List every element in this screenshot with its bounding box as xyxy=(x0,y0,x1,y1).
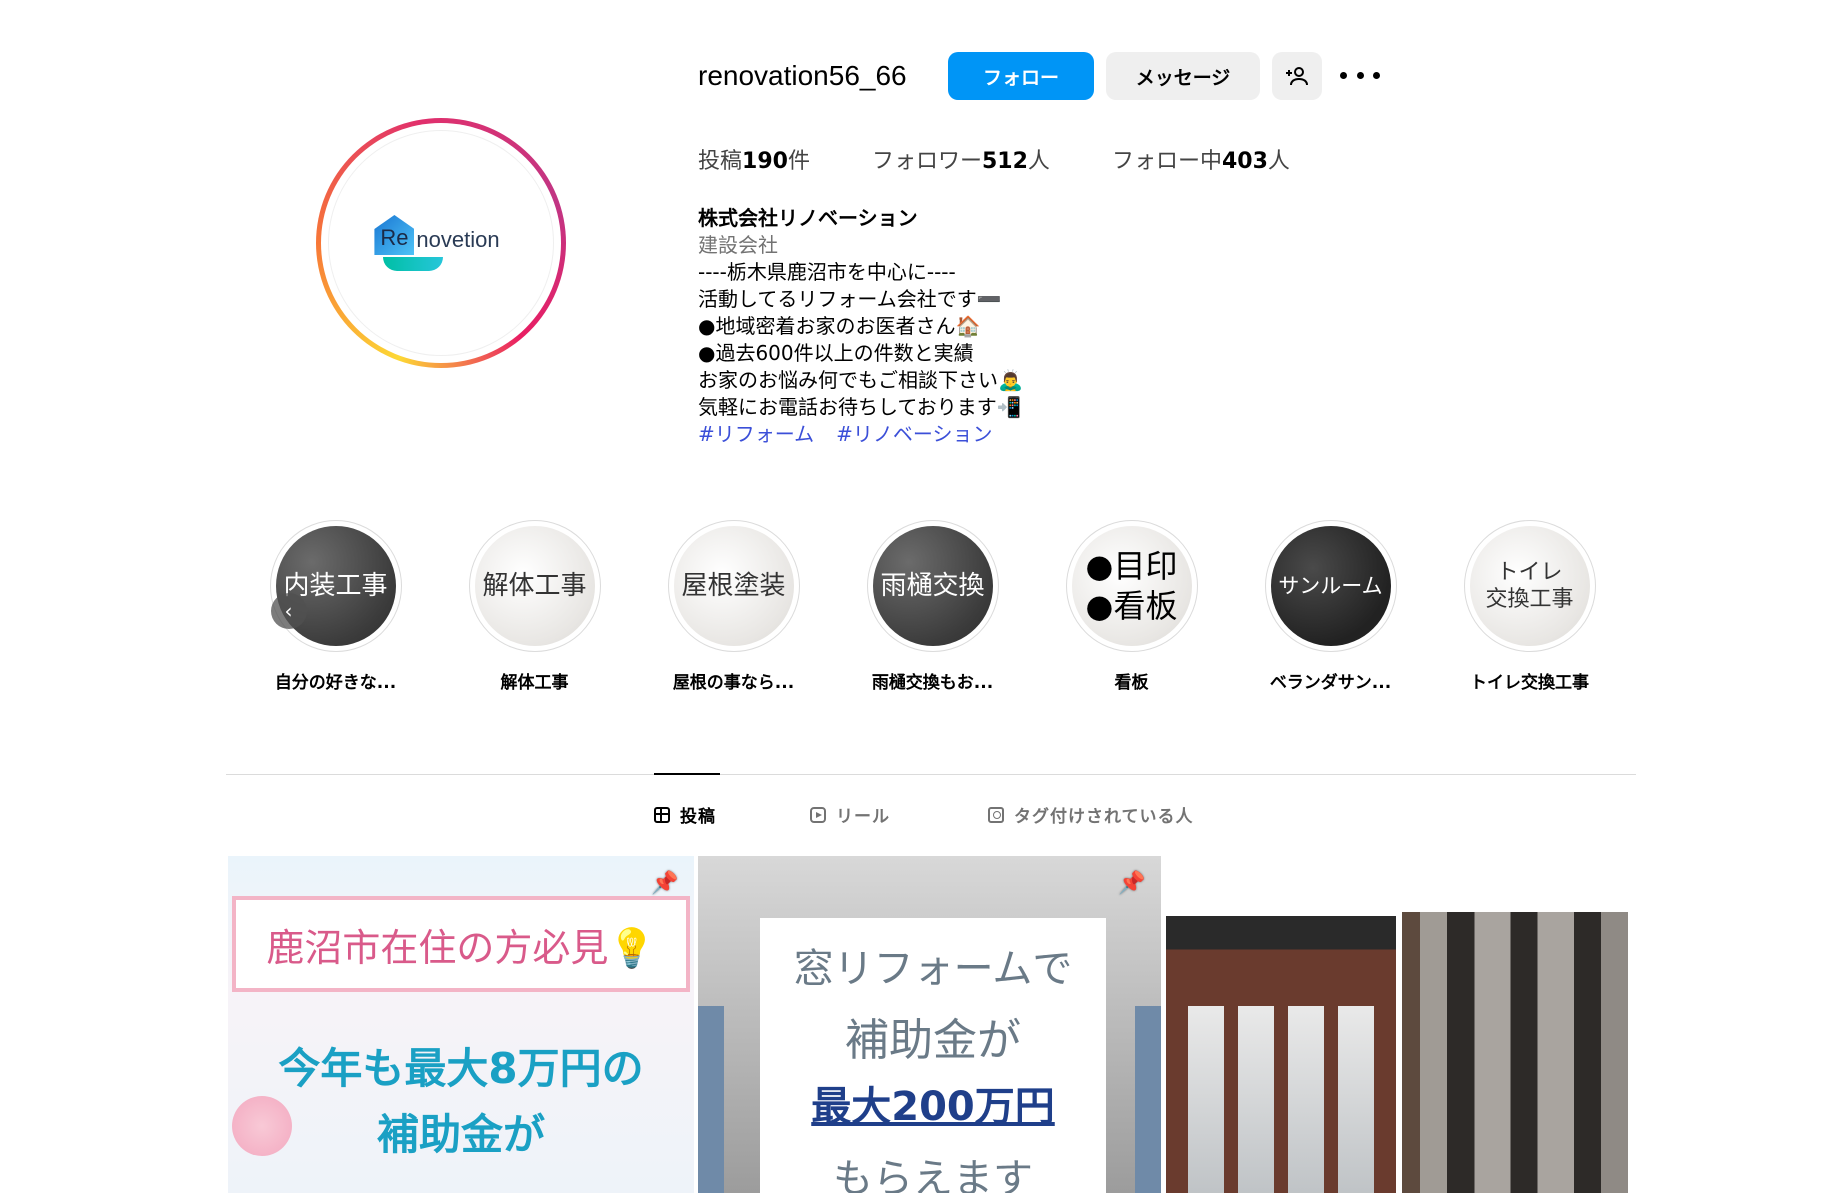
pin-icon: 📌 xyxy=(1118,870,1146,896)
highlight-ring: トイレ 交換工事 xyxy=(1463,520,1596,652)
followers-count[interactable]: フォロワー512人 xyxy=(872,143,1050,175)
highlight-item[interactable]: 解体工事 解体工事 xyxy=(435,520,634,693)
highlight-label: 屋根の事なら... xyxy=(672,673,795,693)
profile-bio: 株式会社リノベーション 建設会社 ----栃木県鹿沼市を中心に---- 活動して… xyxy=(698,205,1023,448)
highlight-item[interactable]: 雨樋交換 雨樋交換もお... xyxy=(833,520,1032,693)
logo-letters: Re xyxy=(380,225,409,250)
message-button[interactable]: メッセージ xyxy=(1106,52,1260,100)
following-count[interactable]: フォロー中403人 xyxy=(1112,143,1290,175)
highlight-ring: 屋根塗装 xyxy=(667,520,800,652)
highlight-ring: 内装工事 ‹ xyxy=(269,520,402,652)
tab-tagged-label: タグ付けされている人 xyxy=(1014,807,1194,827)
bio-line: ●過去600件以上の件数と実績 xyxy=(698,341,974,365)
posts-count: 投稿190件 xyxy=(698,149,810,174)
logo-row: Re novetion xyxy=(374,215,500,255)
tab-tagged[interactable]: タグ付けされている人 xyxy=(988,802,1194,827)
highlight-cover: トイレ 交換工事 xyxy=(1469,526,1590,646)
tab-reels[interactable]: リール xyxy=(810,802,890,827)
highlight-item[interactable]: サンルーム ベランダサン... xyxy=(1231,520,1430,693)
logo-hand-icon xyxy=(383,257,443,271)
highlight-label: トイレ交換工事 xyxy=(1470,673,1589,693)
bio-line: ●地域密着お家のお医者さん🏠 xyxy=(698,314,981,338)
post-side-panel xyxy=(1135,1006,1161,1193)
highlight-cover: 解体工事 xyxy=(474,526,595,646)
more-options-icon[interactable] xyxy=(1340,60,1380,90)
tabs-divider xyxy=(226,774,1636,775)
reels-icon xyxy=(810,806,826,823)
post-main-text: 今年も最大8万円の 補助金が xyxy=(228,1036,694,1168)
highlight-ring: ●目印 ●看板 xyxy=(1065,520,1198,652)
logo-house-icon: Re xyxy=(374,215,415,255)
door-photo-after xyxy=(1402,912,1628,1193)
highlight-label: 自分の好きな... xyxy=(274,673,397,693)
profile-category: 建設会社 xyxy=(698,233,778,257)
hashtag-link[interactable]: #リノベーション xyxy=(836,422,992,446)
post-line: 最大200万円 xyxy=(811,1084,1055,1130)
door-glass xyxy=(1188,1006,1224,1193)
highlight-cover: ●目印 ●看板 xyxy=(1071,526,1192,646)
post-line: 窓リフォームで xyxy=(793,946,1073,992)
post-main-line: 補助金が xyxy=(376,1110,545,1159)
highlight-item[interactable]: 屋根塗装 屋根の事なら... xyxy=(634,520,833,693)
story-highlights: 内装工事 ‹ 自分の好きな... 解体工事 解体工事 屋根塗装 屋根の事なら..… xyxy=(236,520,1629,693)
bio-line: お家のお悩み何でもご相談下さい🙇‍♂️ xyxy=(698,368,1023,392)
pin-icon: 📌 xyxy=(651,870,679,896)
profile-avatar[interactable]: Re novetion xyxy=(316,118,566,368)
avatar-inner: Re novetion xyxy=(321,123,561,363)
post-line: 補助金が xyxy=(845,1015,1021,1066)
highlight-item[interactable]: ●目印 ●看板 看板 xyxy=(1032,520,1231,693)
highlight-cover: 屋根塗装 xyxy=(673,526,794,646)
post-text-card: 窓リフォームで 補助金が 最大200万円 もらえます xyxy=(760,918,1106,1193)
bio-hashtags: #リフォーム #リノベーション xyxy=(698,421,1023,448)
door-glass xyxy=(1288,1006,1324,1193)
door-glass xyxy=(1238,1006,1274,1193)
highlight-label: 看板 xyxy=(1114,673,1149,693)
tab-reels-label: リール xyxy=(836,807,890,827)
follow-button[interactable]: フォロー xyxy=(948,52,1094,100)
bio-line: ----栃木県鹿沼市を中心に---- xyxy=(698,260,956,284)
post-thumbnail[interactable]: 窓リフォームで 補助金が 最大200万円 もらえます 📌 xyxy=(698,856,1161,1193)
highlight-ring: 雨樋交換 xyxy=(866,520,999,652)
profile-stats: 投稿190件 フォロワー512人 フォロー中403人 xyxy=(698,143,1352,175)
add-user-icon xyxy=(1286,67,1308,86)
tab-posts-label: 投稿 xyxy=(680,807,716,827)
logo-word: novetion xyxy=(416,227,500,252)
highlight-cover: 雨樋交換 xyxy=(872,526,993,646)
highlight-ring: 解体工事 xyxy=(468,520,601,652)
highlight-label: ベランダサン... xyxy=(1269,673,1392,693)
bio-line: 気軽にお電話お待ちしております📲 xyxy=(698,395,1022,419)
username: renovation56_66 xyxy=(698,60,907,91)
highlight-ring: サンルーム xyxy=(1264,520,1397,652)
post-main-line: 今年も最大8万円の xyxy=(278,1044,644,1093)
active-tab-indicator xyxy=(654,773,720,775)
tagged-user-icon xyxy=(988,806,1004,823)
highlight-item[interactable]: トイレ 交換工事 トイレ交換工事 xyxy=(1430,520,1629,693)
avatar-logo: Re novetion xyxy=(328,130,554,356)
post-line: もらえます xyxy=(833,1156,1033,1193)
door-photo-before xyxy=(1166,916,1396,1193)
grid-icon xyxy=(654,806,670,823)
highlight-label: 解体工事 xyxy=(500,673,569,693)
door-glass xyxy=(1338,1006,1374,1193)
post-banner-text: 鹿沼市在住の方必見💡 xyxy=(232,896,690,992)
highlight-item[interactable]: 内装工事 ‹ 自分の好きな... xyxy=(236,520,435,693)
suggest-users-button[interactable] xyxy=(1272,52,1322,100)
profile-name: 株式会社リノベーション xyxy=(698,206,918,230)
post-thumbnail[interactable]: 鹿沼市在住の方必見💡 今年も最大8万円の 補助金が 📌 xyxy=(228,856,694,1193)
post-side-panel xyxy=(698,1006,724,1193)
hashtag-link[interactable]: #リフォーム xyxy=(698,422,814,446)
tab-posts[interactable]: 投稿 xyxy=(654,802,716,827)
highlight-label: 雨樋交換もお... xyxy=(871,673,994,693)
highlight-cover: サンルーム xyxy=(1270,526,1391,646)
chevron-left-icon[interactable]: ‹ xyxy=(270,593,307,629)
post-thumbnail[interactable] xyxy=(1166,856,1632,1193)
bio-line: 活動してるリフォーム会社です➖ xyxy=(698,287,1002,311)
